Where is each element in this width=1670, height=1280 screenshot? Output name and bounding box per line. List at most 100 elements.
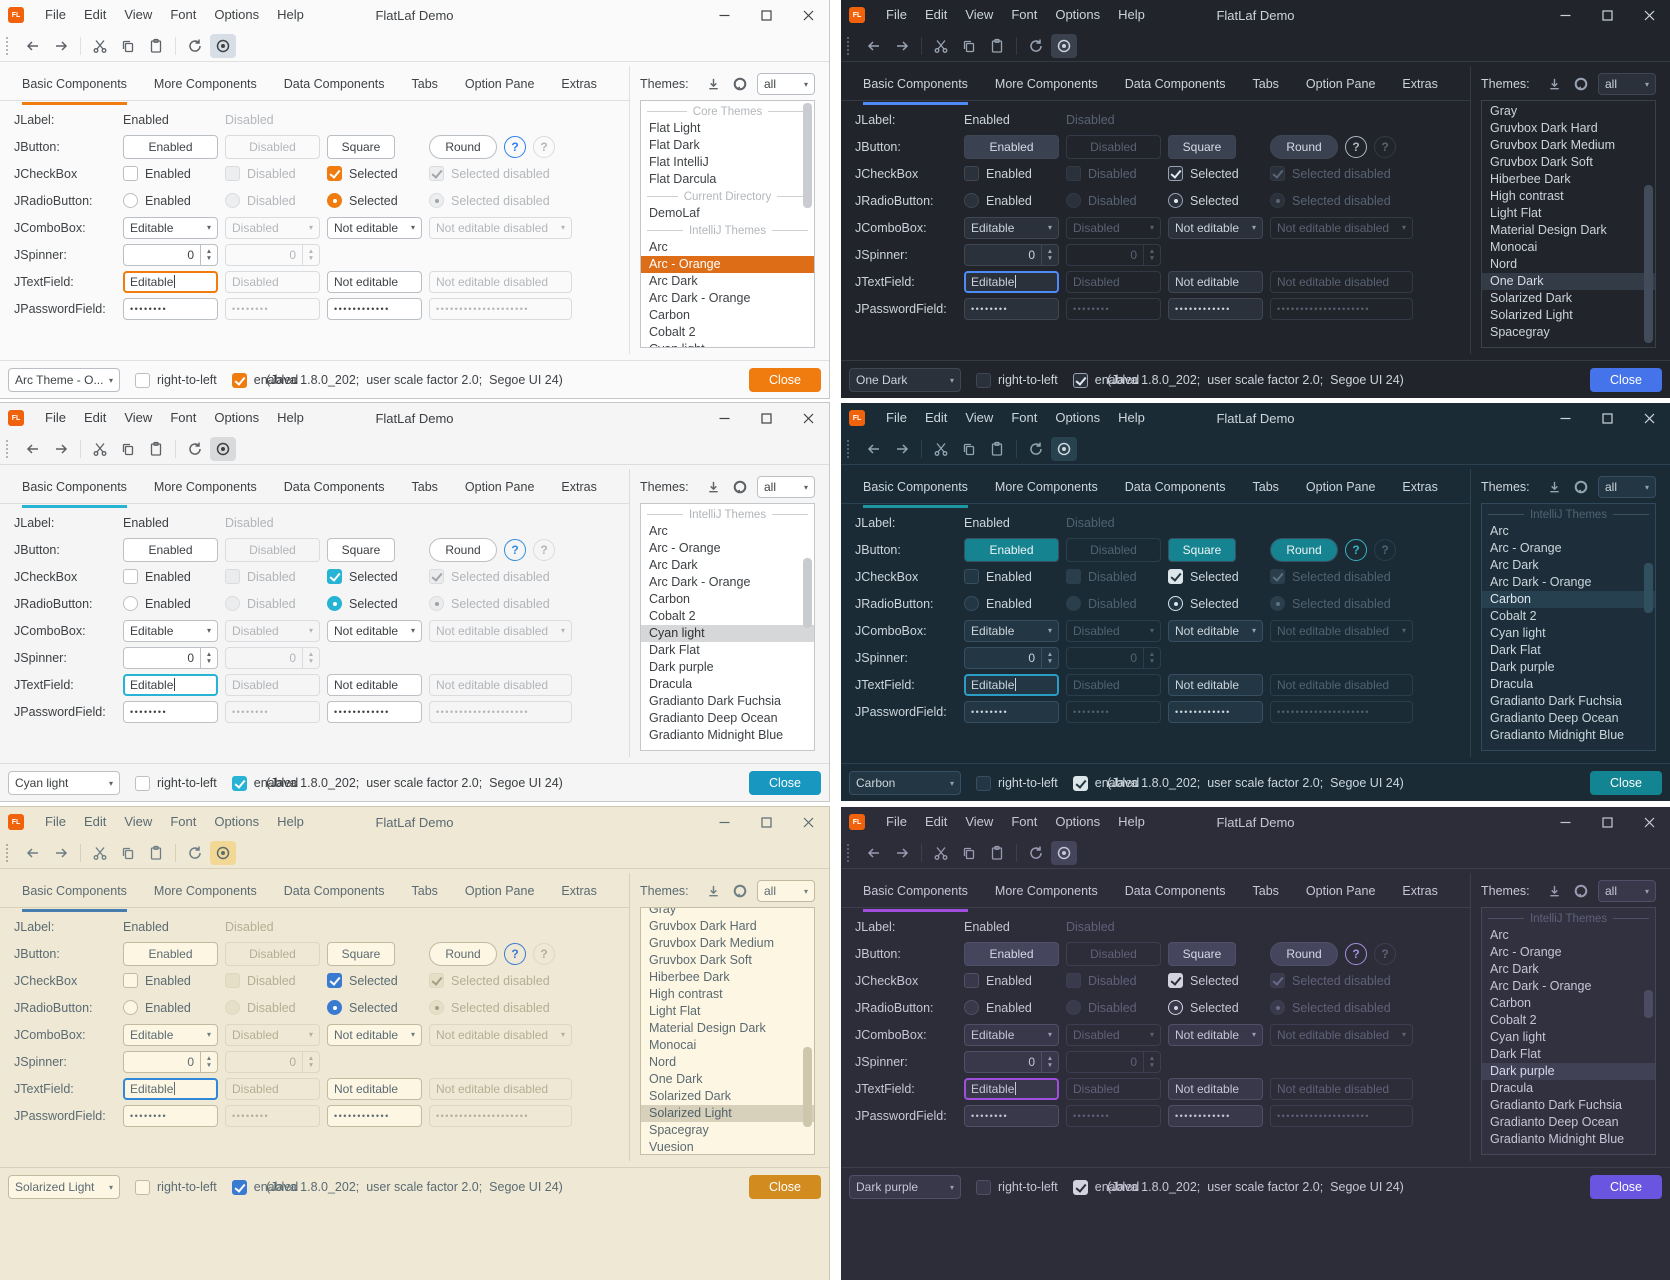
textfield-editable[interactable]: Editable [123, 674, 218, 696]
theme-list-item[interactable]: Light Flat [1482, 205, 1655, 222]
theme-list-item[interactable]: Gray [641, 907, 814, 918]
textfield-not-editable[interactable]: Not editable [327, 1078, 422, 1100]
square-button[interactable]: Square [1168, 942, 1236, 966]
theme-combobox[interactable]: Carbon▾ [849, 771, 961, 795]
refresh-icon[interactable] [182, 437, 208, 461]
minimize-icon[interactable] [1544, 807, 1586, 837]
right-to-left-checkbox[interactable]: right-to-left [135, 1180, 217, 1195]
menu-help[interactable]: Help [268, 0, 313, 30]
themes-filter-combobox[interactable]: all▾ [1598, 880, 1656, 902]
download-icon[interactable] [1544, 72, 1564, 96]
passwordfield-not-editable[interactable]: •••••••••••• [1168, 701, 1263, 723]
theme-list-item[interactable]: Carbon [641, 307, 814, 324]
inspect-eye-icon[interactable] [1051, 437, 1077, 461]
radio-selected[interactable]: Selected [1168, 596, 1239, 611]
spinner[interactable]: 0▲▼ [964, 244, 1059, 266]
textfield-editable[interactable]: Editable [964, 1078, 1059, 1100]
theme-list-item[interactable]: Dark Flat [1482, 642, 1655, 659]
maximize-icon[interactable] [1586, 0, 1628, 30]
spinner-arrows-icon[interactable]: ▲▼ [200, 1052, 217, 1072]
combobox-not-editable[interactable]: Not editable▾ [1168, 1024, 1263, 1046]
tab-option-pane[interactable]: Option Pane [465, 881, 535, 908]
enabled-button[interactable]: Enabled [123, 135, 218, 159]
paste-icon[interactable] [984, 34, 1010, 58]
menu-font[interactable]: Font [161, 403, 205, 433]
menu-font[interactable]: Font [1002, 807, 1046, 837]
tab-tabs[interactable]: Tabs [412, 477, 438, 504]
square-button[interactable]: Square [327, 942, 395, 966]
radio-enabled[interactable]: Enabled [964, 1000, 1032, 1015]
combobox-editable[interactable]: Editable▾ [964, 620, 1059, 642]
theme-list-item[interactable]: Dark purple [1482, 1063, 1655, 1080]
theme-list-item[interactable]: Nord [641, 1054, 814, 1071]
theme-list-item[interactable]: Arc Dark [641, 273, 814, 290]
menu-file[interactable]: File [36, 0, 75, 30]
cut-icon[interactable] [87, 437, 113, 461]
copy-icon[interactable] [115, 34, 141, 58]
theme-list-item[interactable]: Gradianto Dark Fuchsia [1482, 1097, 1655, 1114]
theme-list-item[interactable]: Gradianto Deep Ocean [641, 710, 814, 727]
enabled-button[interactable]: Enabled [964, 942, 1059, 966]
theme-list-item[interactable]: Flat Dark [641, 137, 814, 154]
close-icon[interactable] [1628, 807, 1670, 837]
spinner-arrows-icon[interactable]: ▲▼ [200, 648, 217, 668]
theme-list-item[interactable]: High contrast [641, 986, 814, 1003]
help-button[interactable]: ? [1345, 943, 1367, 965]
theme-list-item[interactable]: One Dark [1482, 273, 1655, 290]
theme-list-item[interactable]: Dracula [1482, 1080, 1655, 1097]
right-to-left-checkbox[interactable]: right-to-left [135, 776, 217, 791]
round-button[interactable]: Round [429, 942, 497, 966]
theme-list-item[interactable]: Dark Flat [641, 642, 814, 659]
theme-list-item[interactable]: Arc - Orange [641, 540, 814, 557]
square-button[interactable]: Square [327, 538, 395, 562]
combobox-not-editable[interactable]: Not editable▾ [327, 1024, 422, 1046]
spinner-arrows-icon[interactable]: ▲▼ [1041, 1052, 1058, 1072]
cut-icon[interactable] [928, 34, 954, 58]
close-button[interactable]: Close [749, 368, 821, 392]
combobox-editable[interactable]: Editable▾ [964, 1024, 1059, 1046]
radio-enabled[interactable]: Enabled [123, 193, 191, 208]
tab-more-components[interactable]: More Components [995, 74, 1098, 101]
toolbar-grip[interactable] [847, 844, 852, 862]
round-button[interactable]: Round [429, 538, 497, 562]
help-button[interactable]: ? [1345, 539, 1367, 561]
radio-selected[interactable]: Selected [1168, 1000, 1239, 1015]
round-button[interactable]: Round [1270, 942, 1338, 966]
menu-file[interactable]: File [877, 807, 916, 837]
combobox-not-editable[interactable]: Not editable▾ [327, 620, 422, 642]
tab-data-components[interactable]: Data Components [1125, 881, 1226, 908]
inspect-eye-icon[interactable] [210, 841, 236, 865]
theme-list-item[interactable]: Arc Dark [1482, 961, 1655, 978]
github-icon[interactable] [1571, 475, 1591, 499]
menu-font[interactable]: Font [161, 0, 205, 30]
passwordfield[interactable]: •••••••• [964, 701, 1059, 723]
download-icon[interactable] [1544, 879, 1564, 903]
theme-list-item[interactable]: Arc - Orange [1482, 944, 1655, 961]
theme-list-item[interactable]: Light Flat [641, 1003, 814, 1020]
spinner[interactable]: 0▲▼ [964, 647, 1059, 669]
combobox-editable[interactable]: Editable▾ [964, 217, 1059, 239]
toolbar-grip[interactable] [847, 440, 852, 458]
right-to-left-checkbox[interactable]: right-to-left [135, 373, 217, 388]
checkbox-enabled[interactable]: Enabled [964, 166, 1032, 181]
tab-option-pane[interactable]: Option Pane [1306, 74, 1376, 101]
tab-more-components[interactable]: More Components [995, 477, 1098, 504]
back-icon[interactable] [861, 841, 887, 865]
menu-view[interactable]: View [115, 0, 161, 30]
theme-list-item[interactable]: Flat IntelliJ [641, 154, 814, 171]
passwordfield[interactable]: •••••••• [964, 298, 1059, 320]
menu-font[interactable]: Font [161, 807, 205, 837]
menu-edit[interactable]: Edit [75, 403, 115, 433]
theme-list-item[interactable]: Material Design Dark [641, 1020, 814, 1037]
round-button[interactable]: Round [429, 135, 497, 159]
menu-view[interactable]: View [956, 403, 1002, 433]
passwordfield[interactable]: •••••••• [964, 1105, 1059, 1127]
round-button[interactable]: Round [1270, 135, 1338, 159]
theme-list-item[interactable]: Gradianto Midnight Blue [1482, 727, 1655, 744]
passwordfield[interactable]: •••••••• [123, 701, 218, 723]
close-button[interactable]: Close [1590, 771, 1662, 795]
square-button[interactable]: Square [1168, 538, 1236, 562]
enabled-button[interactable]: Enabled [964, 135, 1059, 159]
tab-extras[interactable]: Extras [1402, 881, 1437, 908]
textfield-editable[interactable]: Editable [964, 271, 1059, 293]
